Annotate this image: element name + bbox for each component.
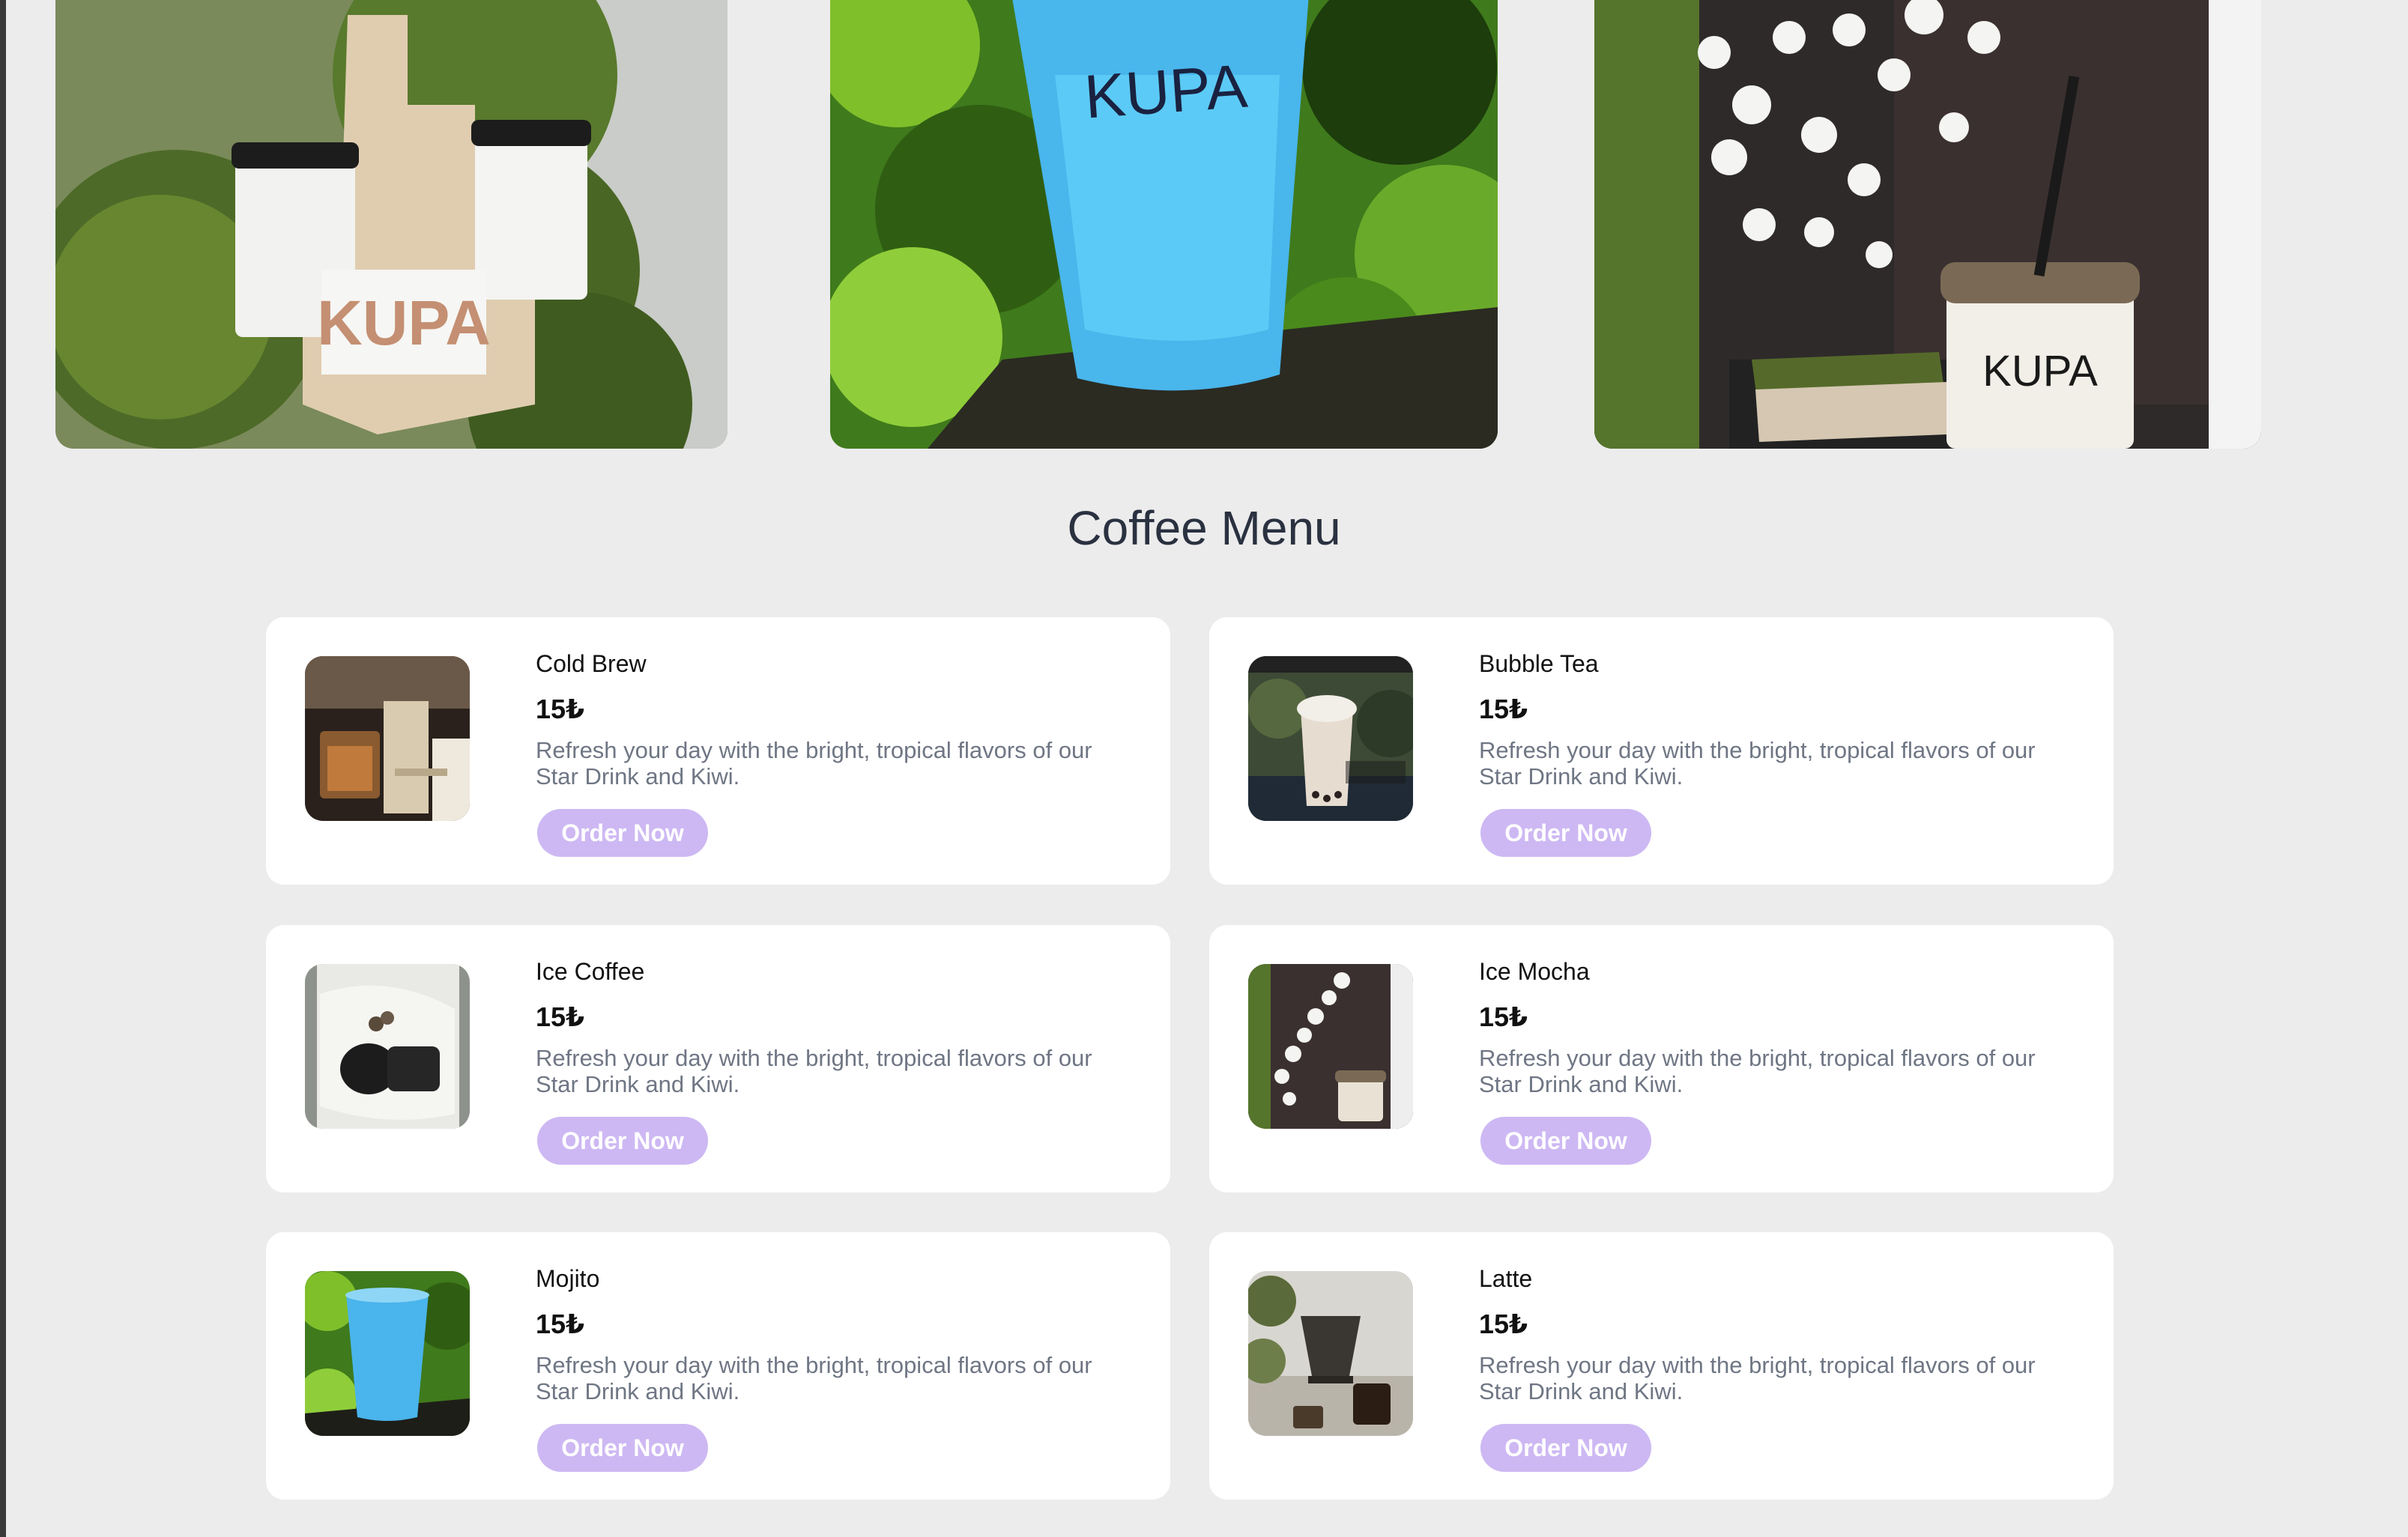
item-name: Cold Brew xyxy=(536,650,647,677)
item-price: 15₺ xyxy=(1479,1001,1528,1032)
gallery-image-blue-drink: KUPA xyxy=(830,0,1498,449)
menu-item-card: Cold Brew 15₺ Refresh your day with the … xyxy=(266,617,1170,885)
item-price: 15₺ xyxy=(536,694,585,724)
order-now-button[interactable]: Order Now xyxy=(537,809,708,857)
item-description: Refresh your day with the bright, tropic… xyxy=(536,1352,1092,1404)
item-name: Ice Coffee xyxy=(536,958,645,985)
item-name: Mojito xyxy=(536,1265,600,1292)
gallery-image-cup-carrier: KUPA xyxy=(55,0,727,449)
item-description: Refresh your day with the bright, tropic… xyxy=(1479,1352,2036,1404)
page-title: Coffee Menu xyxy=(1067,501,1341,555)
order-now-button[interactable]: Order Now xyxy=(537,1117,708,1165)
window-edge xyxy=(0,0,6,1537)
item-name: Bubble Tea xyxy=(1479,650,1599,677)
item-price: 15₺ xyxy=(536,1309,585,1339)
item-price: 15₺ xyxy=(1479,1309,1528,1339)
kupa-logo: KUPA xyxy=(1083,52,1250,132)
kupa-logo: KUPA xyxy=(317,288,491,358)
menu-item-card: Bubble Tea 15₺ Refresh your day with the… xyxy=(1209,617,2114,885)
order-now-button[interactable]: Order Now xyxy=(1480,809,1651,857)
item-price: 15₺ xyxy=(1479,694,1528,724)
order-now-button[interactable]: Order Now xyxy=(537,1424,708,1472)
item-description: Refresh your day with the bright, tropic… xyxy=(1479,1045,2036,1097)
order-now-button[interactable]: Order Now xyxy=(1480,1424,1651,1472)
gallery-image-hanging-cups: KUPA xyxy=(1594,0,2261,449)
order-now-button[interactable]: Order Now xyxy=(1480,1117,1651,1165)
cold-brew-image xyxy=(305,656,470,821)
item-description: Refresh your day with the bright, tropic… xyxy=(536,737,1092,789)
menu-item-card: Mojito 15₺ Refresh your day with the bri… xyxy=(266,1232,1170,1500)
mojito-image xyxy=(305,1271,470,1436)
ice-coffee-image xyxy=(305,964,470,1129)
item-name: Latte xyxy=(1479,1265,1533,1292)
menu-item-card: Latte 15₺ Refresh your day with the brig… xyxy=(1209,1232,2114,1500)
menu-item-card: Ice Coffee 15₺ Refresh your day with the… xyxy=(266,925,1170,1192)
bubble-tea-image xyxy=(1248,656,1413,821)
item-description: Refresh your day with the bright, tropic… xyxy=(1479,737,2036,789)
menu-item-card: Ice Mocha 15₺ Refresh your day with the … xyxy=(1209,925,2114,1192)
item-name: Ice Mocha xyxy=(1479,958,1590,985)
item-description: Refresh your day with the bright, tropic… xyxy=(536,1045,1092,1097)
latte-image xyxy=(1248,1271,1413,1436)
kupa-logo: KUPA xyxy=(1982,347,2098,395)
ice-mocha-image xyxy=(1248,964,1413,1129)
item-price: 15₺ xyxy=(536,1001,585,1032)
